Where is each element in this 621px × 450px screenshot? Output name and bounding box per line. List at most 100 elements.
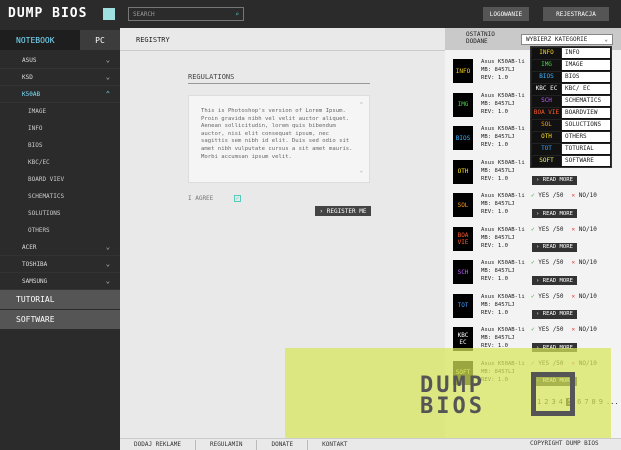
footer-link-contact[interactable]: KONTAKT [308, 440, 361, 450]
vote-yes[interactable]: ✓ YES /50 [531, 326, 564, 333]
category-thumb[interactable]: INFO [453, 59, 473, 83]
item-info: Asus K50AB-liMB: 8457LJREV: 1.0 [481, 293, 525, 317]
category-thumb[interactable]: SOL [453, 193, 473, 217]
vote-yes[interactable]: ✓ YES /50 [531, 192, 564, 199]
item-rev: REV: 1.0 [481, 242, 508, 249]
search-icon[interactable]: ⌕ [235, 11, 239, 18]
sidebar-subitem[interactable]: BIOS [0, 137, 120, 154]
item-name: Asus K50AB-li [481, 92, 525, 99]
sidebar-subitem[interactable]: OTHERS [0, 222, 120, 239]
sidebar-subitem[interactable]: BOARD VIEV [0, 171, 120, 188]
dropdown-option[interactable]: INFO INFO [531, 47, 611, 59]
vote-no[interactable]: ✕ NO/10 [572, 192, 597, 199]
register-nav-button[interactable]: REJESTRACJA [543, 7, 609, 21]
register-me-button[interactable]: › REGISTER ME [315, 206, 371, 216]
item-rev: REV: 1.0 [481, 175, 508, 182]
scroll-down-icon[interactable]: ⌄ [360, 168, 363, 176]
sidebar-subitem[interactable]: KBC/EC [0, 154, 120, 171]
category-thumb[interactable]: TOT [453, 293, 473, 318]
dropdown-option[interactable]: BOA VIE BOARDVIEW [531, 107, 611, 119]
item-mb: MB: 8457LJ [481, 268, 515, 274]
sidebar-item-label: KSD [22, 73, 33, 81]
item-info: Asus K50AB-liMB: 8457LJREV: 1.0 [481, 259, 525, 283]
sidebar-item-tutorial[interactable]: TUTORIAL [0, 290, 120, 310]
read-more-button[interactable]: › READ MORE [532, 276, 577, 285]
category-thumb[interactable]: OTH [453, 159, 473, 184]
recent-title-line1: OSTATNIO [466, 31, 495, 38]
footer-link-rules[interactable]: REGULAMIN [196, 439, 258, 450]
sidebar-item-toshiba[interactable]: TOSHIBA ⌄ [0, 256, 120, 273]
terms-text: This is Photoshop's version of Lorem Ips… [201, 108, 353, 160]
footer-link-ads[interactable]: DODAJ REKLAME [120, 439, 196, 450]
vote-yes[interactable]: ✓ YES /50 [531, 226, 564, 233]
tab-pc[interactable]: PC [80, 30, 120, 50]
sidebar-item-asus[interactable]: ASUS ⌄ [0, 52, 120, 69]
sidebar-subitem[interactable]: IMAGE [0, 103, 120, 120]
vote-yes[interactable]: ✓ YES /50 [531, 259, 564, 266]
item-name: Asus K50AB-li [481, 159, 525, 166]
dropdown-option[interactable]: SCH SCHEMATICS [531, 95, 611, 107]
dropdown-option[interactable]: SOFT SOFTWARE [531, 155, 611, 167]
category-badge: INFO [532, 47, 561, 58]
chevron-down-icon: ⌄ [105, 56, 110, 64]
scroll-up-icon[interactable]: ⌃ [360, 102, 363, 110]
item-info: Asus K50AB-liMB: 8457LJREV: 1.0 [481, 58, 525, 82]
dropdown-option[interactable]: BIOS BIOS [531, 71, 611, 83]
item-mb: MB: 8457LJ [481, 335, 515, 341]
category-select-value: WYBIERZ KATEGORIE [526, 36, 588, 43]
item-info: Asus K50AB-liMB: 8457LJREV: 1.0 [481, 192, 525, 216]
sidebar-item-label: TOSHIBA [22, 260, 48, 268]
vote-counts: ✓ YES /50 ✕ NO/10 [531, 226, 597, 233]
dropdown-option[interactable]: OTH OTHERS [531, 131, 611, 143]
category-badge: TOT [532, 143, 561, 154]
login-button[interactable]: LOGOWANIE [483, 7, 529, 21]
item-rev: REV: 1.0 [481, 276, 508, 282]
vote-no[interactable]: ✕ NO/10 [572, 226, 597, 233]
dropdown-option[interactable]: SOL SOLUCTIONS [531, 119, 611, 131]
item-info: Asus K50AB-liMB: 8457LJREV: 1.0 [481, 159, 525, 183]
sidebar-item-label: SAMSUNG [22, 277, 48, 285]
category-thumb[interactable]: SCH [453, 260, 473, 284]
read-more-button[interactable]: › READ MORE [532, 175, 577, 185]
sidebar-subitem[interactable]: SOLUTIONS [0, 205, 120, 222]
sidebar-subitem[interactable]: INFO [0, 120, 120, 137]
sidebar-item-ksd[interactable]: KSD ⌄ [0, 69, 120, 86]
vote-no[interactable]: ✕ NO/10 [572, 326, 597, 333]
search-input[interactable]: SEARCH ⌕ [128, 7, 244, 21]
category-thumb[interactable]: IMG [453, 92, 473, 117]
dropdown-option[interactable]: TOT TOTURIAL [531, 143, 611, 155]
vote-counts: ✓ YES /50 ✕ NO/10 [531, 293, 597, 300]
vote-no[interactable]: ✕ NO/10 [572, 259, 597, 266]
agree-checkbox[interactable]: ✓ [234, 195, 241, 202]
item-name: Asus K50AB-li [481, 293, 525, 300]
category-thumb[interactable]: BIOS [453, 126, 473, 150]
overlay-logo-box [531, 372, 575, 416]
terms-textbox[interactable]: This is Photoshop's version of Lorem Ips… [188, 95, 370, 183]
footer-link-donate[interactable]: DONATE [257, 439, 309, 450]
read-more-button[interactable]: › READ MORE [532, 242, 577, 252]
sidebar-item-samsung[interactable]: SAMSUNG ⌄ [0, 273, 120, 290]
tab-notebook[interactable]: NOTEBOOK [0, 30, 80, 50]
play-icon: › [319, 207, 327, 215]
vote-yes[interactable]: ✓ YES /50 [531, 293, 564, 300]
vote-counts: ✓ YES /50 ✕ NO/10 [531, 259, 597, 266]
read-more-button[interactable]: › READ MORE [532, 309, 577, 319]
category-badge: OTH [532, 131, 561, 142]
read-more-button[interactable]: › READ MORE [532, 209, 577, 218]
dropdown-option-label: OTHERS [562, 131, 610, 142]
sidebar-item-acer[interactable]: ACER ⌄ [0, 239, 120, 256]
dropdown-option[interactable]: KBC EC KBC/ EC [531, 83, 611, 95]
sidebar-item-software[interactable]: SOFTWARE [0, 310, 120, 330]
sidebar-subitem[interactable]: SCHEMATICS [0, 188, 120, 205]
vote-no[interactable]: ✕ NO/10 [572, 293, 597, 300]
item-name: Asus K50AB-li [481, 126, 525, 132]
category-thumb[interactable]: BOA VIE [453, 226, 473, 251]
recent-title: OSTATNIO DODANE [466, 31, 495, 45]
dropdown-option[interactable]: IMG IMAGE [531, 59, 611, 71]
item-mb: MB: 8457LJ [481, 134, 515, 140]
category-select[interactable]: WYBIERZ KATEGORIE ⌄ [521, 34, 613, 45]
item-mb: MB: 8457LJ [481, 234, 515, 241]
sidebar-item-k50ab[interactable]: K50AB ⌃ [0, 86, 120, 103]
item-mb: MB: 8457LJ [481, 301, 515, 308]
site-logo[interactable]: DUMP BIOS [8, 6, 87, 21]
